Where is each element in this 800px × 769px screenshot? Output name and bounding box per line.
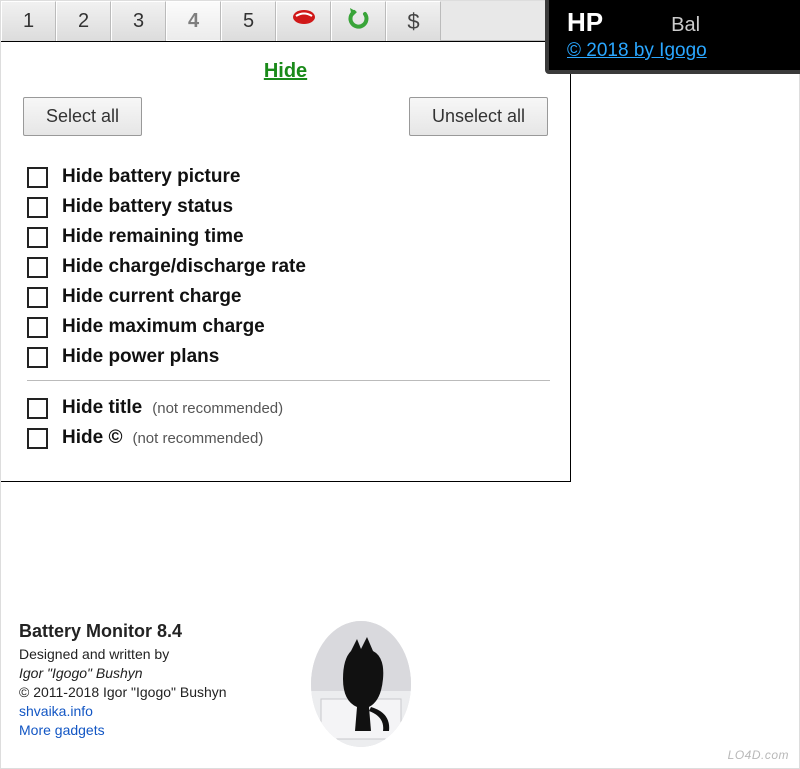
option-hide-remaining-time[interactable]: Hide remaining time xyxy=(27,226,550,248)
checkbox[interactable] xyxy=(27,317,48,338)
separator xyxy=(27,380,550,381)
dollar-icon: $ xyxy=(407,9,419,35)
option-hide-power-plans[interactable]: Hide power plans xyxy=(27,346,550,368)
option-label: Hide battery status xyxy=(62,196,233,218)
checkbox[interactable] xyxy=(27,257,48,278)
author-avatar xyxy=(311,621,411,747)
tab-5[interactable]: 5 xyxy=(221,1,276,41)
option-label: Hide power plans xyxy=(62,346,219,368)
select-all-button[interactable]: Select all xyxy=(23,97,142,136)
copyright: © 2011-2018 Igor "Igogo" Bushyn xyxy=(19,683,559,702)
tab-donate[interactable]: $ xyxy=(386,1,441,41)
checkbox[interactable] xyxy=(27,227,48,248)
link-more-gadgets[interactable]: More gadgets xyxy=(19,721,559,740)
option-hide-copyright[interactable]: Hide ©(not recommended) xyxy=(27,427,550,449)
checkbox[interactable] xyxy=(27,197,48,218)
option-label: Hide current charge xyxy=(62,286,242,308)
hp-label: HP xyxy=(567,7,603,38)
tab-1[interactable]: 1 xyxy=(1,1,56,41)
watermark: LO4D.com xyxy=(728,748,789,762)
link-site[interactable]: shvaika.info xyxy=(19,702,559,721)
option-label: Hide battery picture xyxy=(62,166,240,188)
option-label: Hide charge/discharge rate xyxy=(62,256,306,278)
hp-badge: HP Bal © 2018 by Igogo xyxy=(545,0,800,74)
checkbox[interactable] xyxy=(27,428,48,449)
balance-label: Bal xyxy=(671,14,700,37)
option-label: Hide remaining time xyxy=(62,226,244,248)
option-label: Hide maximum charge xyxy=(62,316,265,338)
designed-by: Designed and written by xyxy=(19,645,559,664)
tab-4[interactable]: 4 xyxy=(166,1,221,41)
checkbox[interactable] xyxy=(27,167,48,188)
option-hide-current-charge[interactable]: Hide current charge xyxy=(27,286,550,308)
option-hide-charge-rate[interactable]: Hide charge/discharge rate xyxy=(27,256,550,278)
checkbox[interactable] xyxy=(27,398,48,419)
panel-title: Hide xyxy=(21,60,550,83)
unselect-all-button[interactable]: Unselect all xyxy=(409,97,548,136)
tongue-icon xyxy=(291,6,317,38)
option-label: Hide ©(not recommended) xyxy=(62,427,263,449)
hide-options: Hide battery picture Hide battery status… xyxy=(21,166,550,449)
undo-icon xyxy=(346,6,372,38)
option-label: Hide title(not recommended) xyxy=(62,397,283,419)
option-note: (not recommended) xyxy=(152,400,283,417)
option-hide-battery-status[interactable]: Hide battery status xyxy=(27,196,550,218)
option-hide-title[interactable]: Hide title(not recommended) xyxy=(27,397,550,419)
tab-3[interactable]: 3 xyxy=(111,1,166,41)
author: Igor "Igogo" Bushyn xyxy=(19,664,559,683)
about-block: Battery Monitor 8.4 Designed and written… xyxy=(19,619,559,740)
option-hide-maximum-charge[interactable]: Hide maximum charge xyxy=(27,316,550,338)
option-hide-battery-picture[interactable]: Hide battery picture xyxy=(27,166,550,188)
checkbox[interactable] xyxy=(27,347,48,368)
checkbox[interactable] xyxy=(27,287,48,308)
option-note: (not recommended) xyxy=(132,430,263,447)
tab-undo[interactable] xyxy=(331,1,386,41)
tab-tongue[interactable] xyxy=(276,1,331,41)
hp-copyright-link[interactable]: © 2018 by Igogo xyxy=(567,40,707,62)
hide-panel: Hide Select all Unselect all Hide batter… xyxy=(1,41,571,482)
app-title: Battery Monitor 8.4 xyxy=(19,619,559,643)
tab-2[interactable]: 2 xyxy=(56,1,111,41)
